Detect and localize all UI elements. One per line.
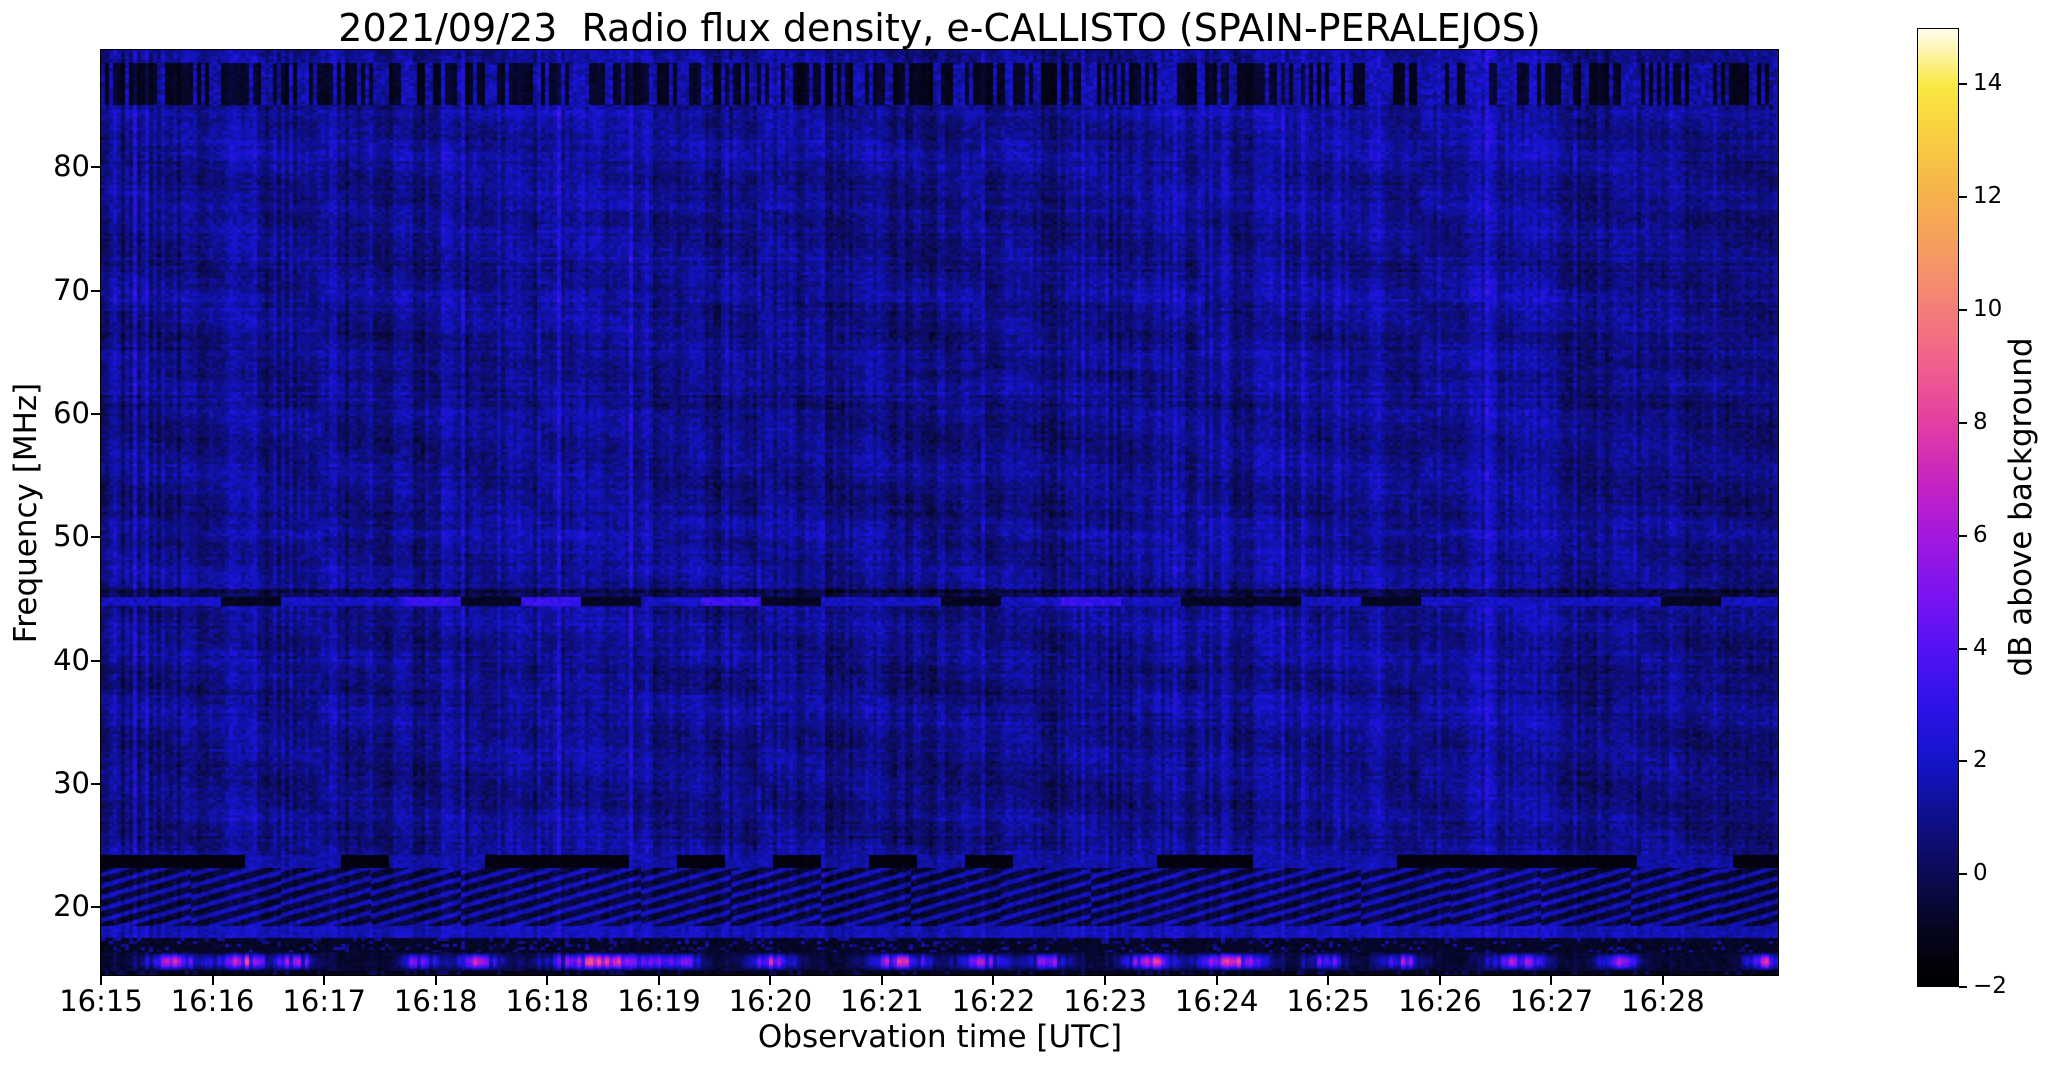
x-tick-label: 16:22	[951, 984, 1036, 1018]
x-tick-mark	[1550, 976, 1553, 985]
y-tick-mark	[91, 536, 100, 539]
x-tick-label: 16:21	[840, 984, 924, 1018]
x-tick-label: 16:20	[728, 984, 813, 1018]
colorbar-label: dB above background	[2003, 337, 2039, 677]
colorbar-tick-label: 4	[1973, 634, 1988, 661]
chart-title: 2021/09/23 Radio flux density, e-CALLIST…	[338, 6, 1541, 50]
colorbar-tick-label: 0	[1973, 860, 1988, 887]
y-tick-mark	[91, 906, 100, 909]
y-tick-mark	[91, 659, 100, 662]
colorbar-tick-mark	[1959, 760, 1967, 763]
x-tick-label: 16:16	[170, 984, 255, 1018]
y-tick-mark	[91, 412, 100, 415]
x-tick-label: 16:27	[1509, 984, 1594, 1018]
colorbar-tick-label: 8	[1973, 408, 1988, 435]
colorbar-tick-label: 6	[1973, 521, 1988, 548]
colorbar-gradient	[1917, 28, 1959, 987]
x-tick-mark	[434, 976, 437, 985]
x-tick-mark	[100, 976, 102, 985]
colorbar-tick-mark	[1959, 534, 1967, 537]
x-tick-mark	[1104, 976, 1107, 985]
colorbar-tick-mark	[1959, 83, 1967, 86]
spectrogram-canvas	[101, 50, 1778, 975]
x-tick-mark	[769, 976, 772, 985]
x-tick-label: 16:18	[393, 984, 478, 1018]
colorbar-tick-label: 2	[1973, 747, 1988, 774]
spectrogram-figure: 2021/09/23 Radio flux density, e-CALLIST…	[0, 0, 2047, 1067]
y-tick-label: 50	[53, 519, 90, 554]
x-tick-mark	[1215, 976, 1218, 985]
colorbar-tick-label: −2	[1973, 973, 2007, 999]
x-tick-label: 16:17	[282, 984, 366, 1018]
x-tick-mark	[1661, 976, 1664, 985]
colorbar-tick-mark	[1959, 196, 1967, 199]
y-tick-label: 30	[53, 765, 90, 800]
colorbar-tick-label: 12	[1973, 183, 2003, 210]
y-tick-label: 20	[53, 889, 90, 924]
colorbar-tick-label: 10	[1973, 296, 2003, 323]
y-axis-label: Frequency [MHz]	[8, 382, 44, 644]
colorbar-tick-mark	[1959, 647, 1967, 650]
x-tick-label: 16:24	[1174, 984, 1259, 1018]
x-tick-label: 16:26	[1398, 984, 1482, 1018]
x-tick-mark	[1438, 976, 1441, 985]
y-tick-mark	[91, 289, 100, 292]
x-tick-label: 16:18	[505, 984, 590, 1018]
x-tick-label: 16:19	[617, 984, 701, 1018]
colorbar-tick-label: 14	[1973, 70, 2003, 97]
x-tick-mark	[323, 976, 326, 985]
colorbar-tick-mark	[1959, 309, 1967, 312]
colorbar-tick-mark	[1959, 986, 1967, 988]
x-tick-mark	[880, 976, 883, 985]
x-tick-label: 16:28	[1621, 984, 1705, 1018]
y-tick-label: 60	[53, 395, 90, 430]
y-tick-label: 80	[53, 149, 90, 184]
x-tick-label: 16:15	[59, 984, 143, 1018]
x-tick-label: 16:25	[1286, 984, 1371, 1018]
x-tick-label: 16:23	[1063, 984, 1147, 1018]
colorbar-tick-mark	[1959, 873, 1967, 876]
x-tick-mark	[546, 976, 549, 985]
x-tick-mark	[1327, 976, 1330, 985]
y-tick-label: 40	[53, 642, 90, 677]
y-tick-mark	[91, 166, 100, 169]
y-tick-label: 70	[53, 272, 90, 307]
x-tick-mark	[211, 976, 214, 985]
x-axis-label: Observation time [UTC]	[757, 1019, 1123, 1055]
y-tick-mark	[91, 782, 100, 785]
x-tick-mark	[992, 976, 995, 985]
colorbar-tick-mark	[1959, 421, 1967, 424]
x-tick-mark	[657, 976, 660, 985]
